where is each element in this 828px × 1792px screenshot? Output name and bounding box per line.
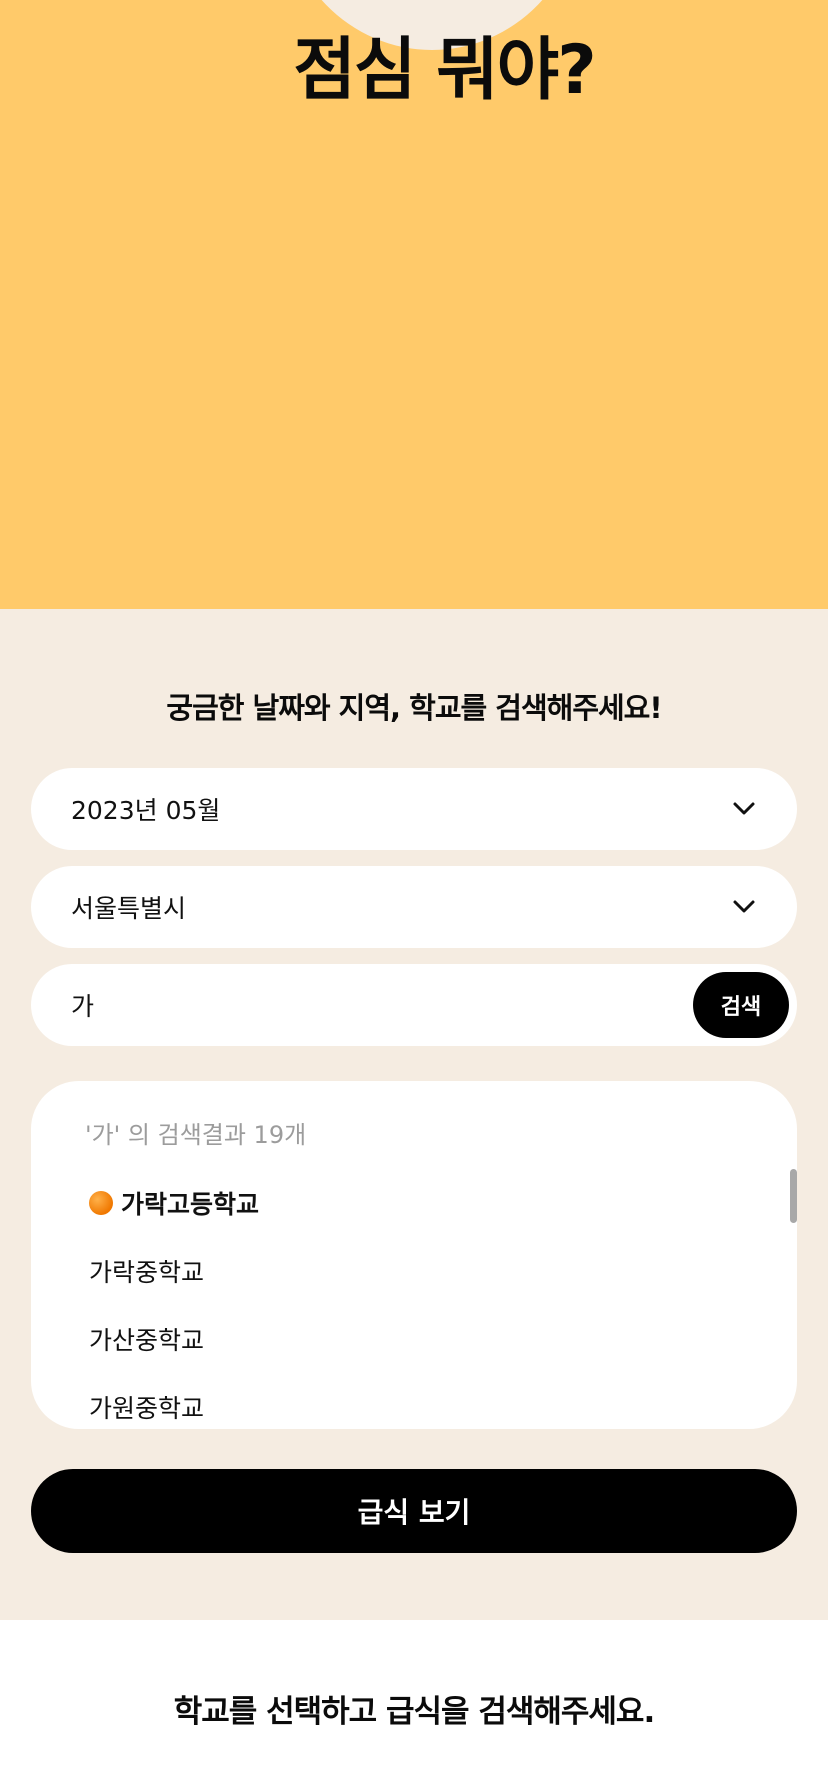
search-panel: 궁금한 날짜와 지역, 학교를 검색해주세요! 2023년 05월 서울특별시 … [0, 609, 828, 1620]
list-item[interactable]: 가락고등학교 [89, 1185, 259, 1221]
search-button[interactable]: 검색 [693, 972, 789, 1038]
school-search-field: 가 검색 [31, 964, 797, 1046]
search-results-list: '가' 의 검색결과 19개 가락고등학교 가락중학교 가산중학교 가원중학교 [31, 1081, 797, 1429]
results-scrollbar[interactable] [790, 1169, 797, 1223]
month-select[interactable]: 2023년 05월 [31, 768, 797, 850]
chevron-down-icon [731, 796, 757, 822]
region-select-value: 서울특별시 [71, 894, 187, 923]
hero-banner: 점심 뭐야? [0, 0, 828, 609]
results-summary: '가' 의 검색결과 19개 [85, 1121, 307, 1149]
list-item[interactable]: 가산중학교 [89, 1321, 204, 1357]
search-prompt: 궁금한 날짜와 지역, 학교를 검색해주세요! [166, 691, 662, 725]
list-item-label: 가락중학교 [89, 1258, 205, 1287]
footer-section: 학교를 선택하고 급식을 검색해주세요. [0, 1620, 828, 1792]
hero-title: 점심 뭐야? [293, 31, 596, 110]
list-item-label: 가산중학교 [89, 1326, 205, 1355]
view-meal-button[interactable]: 급식 보기 [31, 1469, 797, 1553]
list-item[interactable]: 가락중학교 [89, 1253, 204, 1289]
school-search-input[interactable]: 가 [71, 987, 757, 1023]
list-item[interactable]: 가원중학교 [89, 1389, 204, 1425]
list-item-label: 가원중학교 [89, 1394, 205, 1423]
orange-dot-icon [89, 1191, 113, 1215]
list-item-label: 가락고등학교 [121, 1190, 260, 1219]
region-select[interactable]: 서울특별시 [31, 866, 797, 948]
footer-message: 학교를 선택하고 급식을 검색해주세요. [173, 1694, 655, 1730]
month-select-value: 2023년 05월 [71, 796, 221, 825]
chevron-down-icon [731, 894, 757, 920]
